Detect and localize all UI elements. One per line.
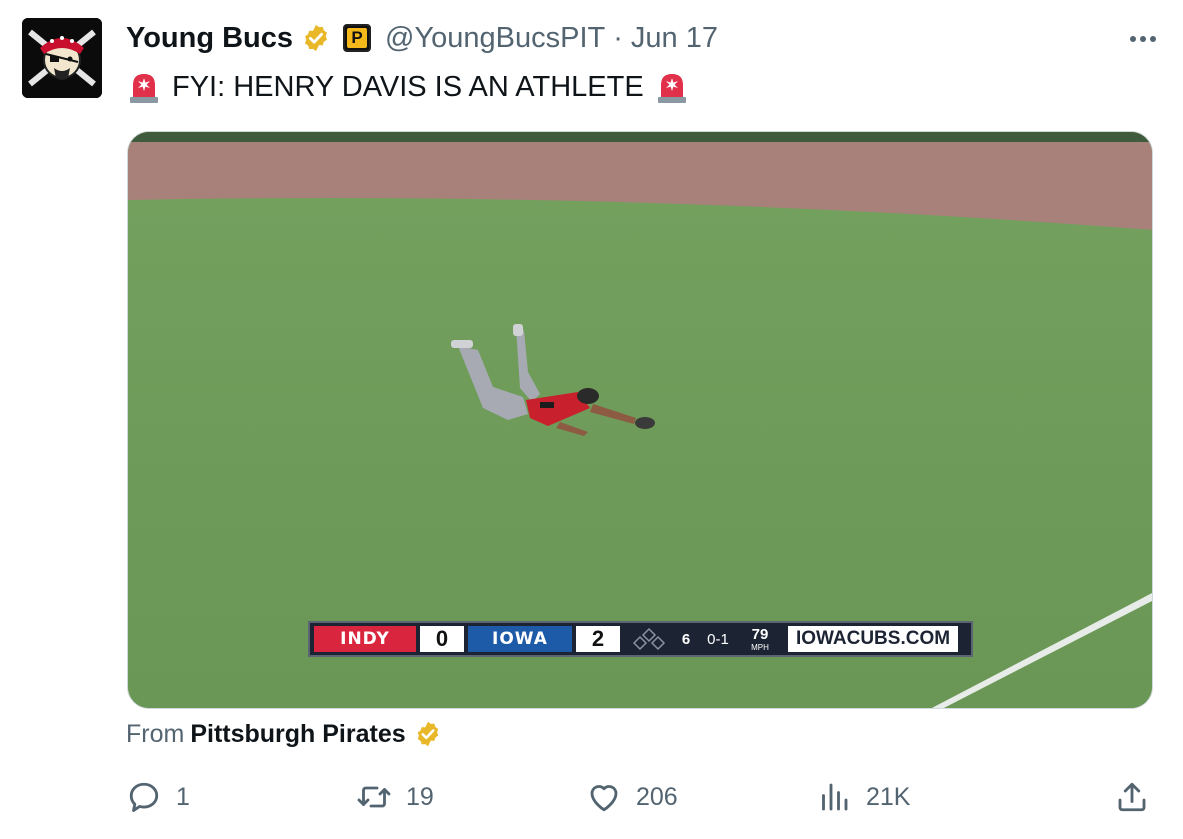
more-dot-icon [1130,36,1136,42]
more-dot-icon [1140,36,1146,42]
more-dot-icon [1150,36,1156,42]
pirate-logo-icon [22,18,102,98]
away-team-label: INDY [314,626,416,652]
broadcast-site: IOWACUBS.COM [788,626,958,652]
home-team-score: 2 [576,626,620,652]
display-name[interactable]: Young Bucs [126,22,293,55]
reply-button[interactable]: 1 [126,776,190,818]
tweet-date[interactable]: Jun 17 [631,22,718,55]
tweet-body: FYI: HENRY DAVIS IS AN ATHLETE [172,70,644,103]
source-prefix: From [126,719,185,748]
inning-number: 6 [681,630,691,648]
like-count: 206 [636,782,678,811]
source-name[interactable]: Pittsburgh Pirates [190,720,405,749]
siren-icon [130,74,158,103]
like-button[interactable]: 206 [586,776,678,818]
pitch-speed: 79 MPH [742,627,778,652]
retweet-icon [357,786,391,808]
reply-icon [129,782,159,812]
share-button[interactable] [1114,776,1164,818]
view-count: 21K [866,782,911,811]
affiliate-badge[interactable]: P [343,24,372,52]
siren-icon [657,74,686,103]
affiliate-badge-letter: P [347,28,368,48]
video-media[interactable]: INDY 0 IOWA 2 6 0-1 79 MPH IOWACUBS.COM [127,131,1153,709]
tweet-header: Young Bucs P @YoungBucsPIT · Jun 17 [126,18,1163,58]
action-bar: 1 19 206 21K [126,776,1160,818]
separator-dot: · [613,21,623,54]
retweet-button[interactable]: 19 [356,776,434,818]
retweet-count: 19 [406,782,434,811]
bases-diamond-icon [632,627,666,651]
away-team-score: 0 [420,626,464,652]
verified-badge-icon[interactable] [414,720,442,748]
media-source: From Pittsburgh Pirates [126,716,442,752]
analytics-icon [822,783,848,811]
tweet-text: FYI: HENRY DAVIS IS AN ATHLETE [126,66,690,108]
home-team-label: IOWA [468,626,572,652]
reply-count: 1 [176,782,190,811]
share-icon [1118,782,1146,812]
scorebug: INDY 0 IOWA 2 6 0-1 79 MPH IOWACUBS.COM [308,621,973,657]
views-button[interactable]: 21K [816,776,910,818]
pitch-speed-value: 79 [751,625,769,643]
more-options-button[interactable] [1123,24,1163,54]
ball-strike-count: 0-1 [707,630,729,648]
avatar[interactable] [22,18,102,98]
handle[interactable]: @YoungBucsPIT [385,22,605,55]
heart-icon [590,785,618,812]
pitch-speed-unit: MPH [751,642,769,652]
verified-badge-icon[interactable] [301,23,331,53]
